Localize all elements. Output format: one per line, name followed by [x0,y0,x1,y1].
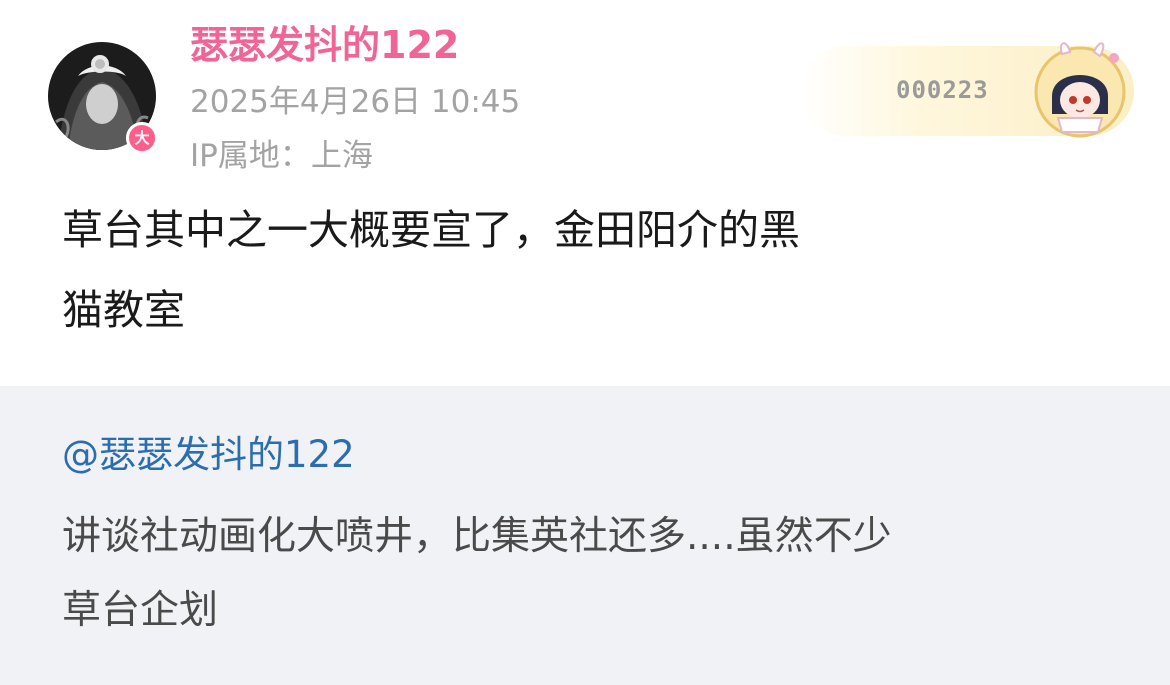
post-timestamp: 2025年4月26日 10:45 [190,84,521,120]
vip-badge: 大 [126,122,158,154]
post-text-line: 草台其中之一大概要宣了，金田阳介的黑 [62,206,800,254]
post-text-line: 猫教室 [62,286,185,334]
repost-text-line: 草台企划 [62,588,219,633]
ip-location: IP属地：上海 [190,138,373,174]
repost-text-line: 讲谈社动画化大喷井，比集英社还多....虽然不少 [62,514,892,559]
fan-badge-card[interactable]: 000223 [800,42,1134,138]
repost-author-link[interactable]: @瑟瑟发抖的122 [62,424,355,478]
reposted-content-block[interactable]: @瑟瑟发抖的122 讲谈社动画化大喷井，比集英社还多....虽然不少 草台企划 [0,386,1170,685]
username[interactable]: 瑟瑟发抖的122 [190,14,459,69]
repost-text: 讲谈社动画化大喷井，比集英社还多....虽然不少 草台企划 [62,500,1122,648]
fan-card-character-icon [1022,40,1130,140]
post-content: 草台其中之一大概要宣了，金田阳介的黑 猫教室 [62,190,1122,350]
weibo-post-page: 大 瑟瑟发抖的122 2025年4月26日 10:45 IP属地：上海 0002… [0,0,1170,685]
post-header: 大 瑟瑟发抖的122 2025年4月26日 10:45 IP属地：上海 0002… [0,0,1170,180]
fan-card-number: 000223 [896,76,989,104]
